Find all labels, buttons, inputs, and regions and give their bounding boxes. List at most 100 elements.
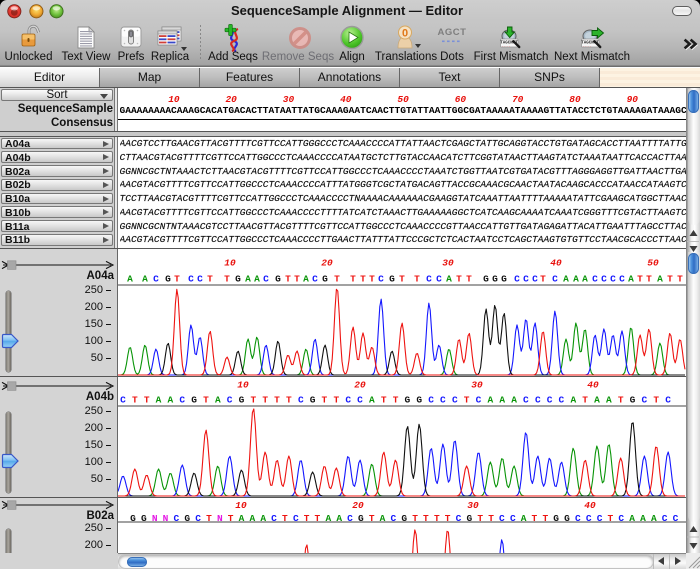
svg-text:C: C (179, 394, 185, 405)
svg-text:T: T (540, 273, 546, 284)
svg-text:C: C (523, 394, 529, 405)
svg-text:A: A (487, 394, 493, 405)
svg-text:T: T (646, 273, 652, 284)
svg-text:A: A (127, 273, 133, 284)
svg-text:C: C (227, 394, 233, 405)
svg-text:T: T (464, 394, 470, 405)
svg-text:C: C (552, 273, 558, 284)
svg-text:T: T (224, 273, 230, 284)
svg-text:C: C (378, 273, 384, 284)
svg-text:T: T (322, 394, 328, 405)
svg-text:C: C (665, 394, 671, 405)
svg-text:G: G (322, 273, 328, 284)
svg-text:A: A (142, 273, 148, 284)
svg-text:T: T (393, 394, 399, 405)
svg-text:T: T (381, 394, 387, 405)
svg-text:20: 20 (354, 379, 366, 390)
svg-text:T: T (369, 273, 375, 284)
svg-text:A: A (570, 394, 576, 405)
svg-text:A: A (563, 273, 569, 284)
svg-text:G: G (483, 273, 489, 284)
svg-text:C: C (535, 394, 541, 405)
svg-text:G: G (389, 273, 395, 284)
svg-text:T: T (262, 394, 268, 405)
svg-text:C: C (426, 273, 432, 284)
svg-text:T: T (350, 273, 356, 284)
svg-text:40: 40 (587, 379, 599, 390)
svg-text:C: C (547, 394, 553, 405)
svg-text:G: G (275, 273, 281, 284)
svg-text:30: 30 (467, 500, 479, 511)
svg-text:T: T (653, 394, 659, 405)
svg-text:C: C (476, 394, 482, 405)
svg-text:A: A (628, 273, 634, 284)
svg-text:50: 50 (647, 257, 659, 268)
svg-text:C: C (610, 273, 616, 284)
svg-text:A: A (254, 273, 260, 284)
svg-text:10: 10 (237, 379, 249, 390)
svg-text:C: C (188, 273, 194, 284)
svg-text:10: 10 (224, 257, 236, 268)
svg-text:A: A (582, 273, 588, 284)
svg-text:T: T (334, 273, 340, 284)
svg-text:....: .... (501, 45, 510, 49)
svg-text:G: G (630, 394, 636, 405)
svg-text:G: G (235, 273, 241, 284)
svg-text:T: T (637, 273, 643, 284)
svg-text:10: 10 (235, 500, 247, 511)
svg-text:C: C (601, 273, 607, 284)
svg-text:G: G (191, 394, 197, 405)
svg-text:A: A (303, 273, 309, 284)
svg-text:A: A (168, 394, 174, 405)
svg-text:T: T (274, 394, 280, 405)
svg-text:T: T (399, 273, 405, 284)
svg-text:T: T (174, 273, 180, 284)
svg-text:G: G (492, 273, 498, 284)
svg-text:C: C (312, 273, 318, 284)
svg-text:T: T (333, 394, 339, 405)
svg-text:A: A (156, 394, 162, 405)
svg-text:40: 40 (550, 257, 562, 268)
svg-text:30: 30 (471, 379, 483, 390)
svg-text:T: T (294, 273, 300, 284)
svg-text:0: 0 (402, 28, 408, 40)
svg-text:T: T (203, 394, 209, 405)
svg-text:G: G (165, 273, 171, 284)
svg-text:T: T (250, 394, 256, 405)
svg-text:C: C (298, 394, 304, 405)
svg-text:20: 20 (321, 257, 333, 268)
svg-text:C: C (345, 394, 351, 405)
svg-text:C: C (428, 394, 434, 405)
svg-text:G: G (501, 273, 507, 284)
svg-text:A: A (594, 394, 600, 405)
svg-text:C: C (357, 394, 363, 405)
svg-text:C: C (452, 394, 458, 405)
svg-text:....: .... (582, 45, 591, 49)
svg-text:C: C (523, 273, 529, 284)
svg-text:T: T (144, 394, 150, 405)
svg-text:A: A (511, 394, 517, 405)
svg-text:T: T (667, 273, 673, 284)
svg-text:40: 40 (584, 500, 596, 511)
svg-text:C: C (153, 273, 159, 284)
svg-text:C: C (642, 394, 648, 405)
svg-text:T: T (285, 273, 291, 284)
svg-text:C: C (197, 273, 203, 284)
svg-text:C: C (592, 273, 598, 284)
svg-text:C: C (619, 273, 625, 284)
svg-text:A: A (369, 394, 375, 405)
svg-text:20: 20 (352, 500, 364, 511)
svg-text:30: 30 (442, 257, 454, 268)
svg-text:T: T (618, 394, 624, 405)
svg-text:T: T (582, 394, 588, 405)
svg-text:C: C (263, 273, 269, 284)
svg-text:A: A (499, 394, 505, 405)
svg-text:C: C (436, 273, 442, 284)
svg-text:C: C (559, 394, 565, 405)
svg-text:A: A (446, 273, 452, 284)
svg-text:AGCT: AGCT (438, 27, 467, 38)
svg-text:T: T (456, 273, 462, 284)
svg-text:T: T (360, 273, 366, 284)
svg-text:C: C (440, 394, 446, 405)
svg-text:G: G (239, 394, 245, 405)
